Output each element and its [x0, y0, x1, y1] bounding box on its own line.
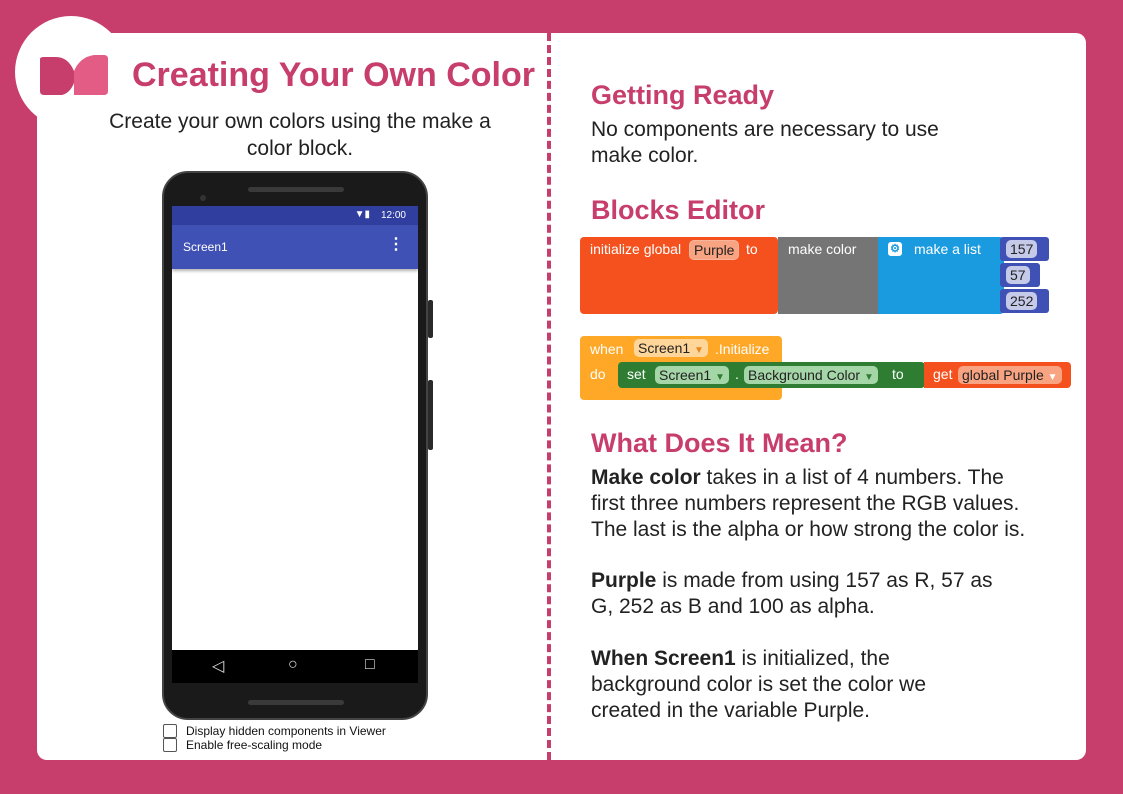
meaning-paragraph-2: Purple is made from using 157 as R, 57 a…: [591, 568, 1011, 620]
page-title: Creating Your Own Color: [132, 56, 535, 94]
nav-bar: ◁ ○ □: [172, 650, 418, 683]
dropdown-arrow-icon: ▼: [715, 372, 725, 383]
dropdown-arrow-icon: ▼: [694, 345, 704, 356]
screen-title: Screen1: [183, 240, 228, 254]
make-color-text: make color: [788, 241, 857, 257]
number-block-252[interactable]: 252: [1000, 289, 1049, 313]
subtitle: Create your own colors using the make a …: [109, 110, 491, 160]
home-icon[interactable]: ○: [288, 656, 298, 674]
purple-term: Purple: [591, 569, 657, 592]
phone-bottom-bar: [248, 700, 344, 705]
property-dropdown[interactable]: Background Color ▼: [744, 366, 878, 384]
recent-apps-icon[interactable]: □: [365, 656, 375, 674]
status-bar: ▼▮ 12:00: [172, 206, 418, 225]
meaning-paragraph-3: When Screen1 is initialized, the backgro…: [591, 646, 941, 724]
meaning-paragraph-1: Make color takes in a list of 4 numbers.…: [591, 465, 1041, 543]
component-dropdown[interactable]: Screen1 ▼: [634, 339, 708, 357]
getting-ready-text: No components are necessary to use make …: [591, 118, 939, 167]
dropdown-arrow-icon: ▼: [1047, 372, 1058, 383]
set-component-dropdown[interactable]: Screen1 ▼: [655, 366, 729, 384]
app-bar: Screen1 ⋮: [172, 225, 418, 269]
checkbox-label: Enable free-scaling mode: [186, 738, 323, 752]
set-component-name: Screen1: [659, 367, 712, 383]
blocks-editor-heading: Blocks Editor: [591, 195, 766, 225]
make-color-block[interactable]: make color: [778, 237, 878, 314]
number-block-157[interactable]: 157: [1000, 237, 1049, 261]
phone-mockup: ▼▮ 12:00 Screen1 ⋮ ◁ ○ □: [162, 171, 428, 720]
viewer-options: Display hidden components in Viewer Enab…: [163, 724, 386, 752]
make-list-text: make a list: [914, 241, 981, 257]
phone-power-button: [428, 300, 433, 338]
get-variable-dropdown[interactable]: global Purple ▼: [958, 366, 1062, 384]
phone-speaker: [248, 187, 344, 192]
component-name: Screen1: [638, 340, 691, 356]
get-text: get: [933, 366, 953, 382]
dropdown-arrow-icon: ▼: [863, 372, 874, 383]
dot-text: .: [735, 366, 739, 382]
initialize-global-block[interactable]: initialize global Purple to: [580, 237, 778, 314]
set-property-block[interactable]: set Screen1 ▼ . Background Color ▼ to: [618, 362, 925, 388]
wifi-battery-icon: ▼▮: [354, 209, 370, 220]
gear-icon[interactable]: ⚙: [888, 242, 902, 256]
number-value[interactable]: 252: [1006, 292, 1038, 310]
checkbox-box[interactable]: [163, 724, 177, 738]
make-a-list-block[interactable]: ⚙ make a list: [878, 237, 1004, 314]
getting-ready-heading: Getting Ready: [591, 80, 775, 110]
more-vert-icon[interactable]: ⋮: [388, 237, 404, 253]
meaning-heading: What Does It Mean?: [591, 428, 848, 458]
hidden-components-checkbox[interactable]: Display hidden components in Viewer: [163, 724, 386, 738]
variable-name-field[interactable]: Purple: [689, 240, 740, 260]
checkbox-box[interactable]: [163, 738, 177, 752]
init-prefix-text: initialize global: [590, 241, 682, 257]
phone-camera: [200, 195, 206, 201]
property-name: Background Color: [748, 367, 861, 383]
make-color-term: Make color: [591, 466, 701, 489]
set-text: set: [627, 366, 646, 382]
when-text: when: [590, 341, 624, 357]
get-variable-name: global Purple: [962, 367, 1044, 383]
get-variable-block[interactable]: get global Purple ▼: [924, 362, 1071, 388]
do-text: do: [590, 366, 606, 382]
status-time: 12:00: [380, 210, 406, 221]
when-screen1-term: When Screen1: [591, 647, 736, 670]
init-to-text: to: [746, 241, 758, 257]
phone-volume-button: [428, 380, 433, 450]
back-icon[interactable]: ◁: [212, 656, 224, 676]
to-text: to: [892, 366, 904, 382]
event-text: .Initialize: [715, 341, 770, 357]
phone-screen: ▼▮ 12:00 Screen1 ⋮: [172, 206, 418, 682]
section-divider: [547, 33, 551, 760]
checkbox-label: Display hidden components in Viewer: [186, 724, 386, 738]
logo-icon: [40, 55, 108, 95]
free-scaling-checkbox[interactable]: Enable free-scaling mode: [163, 738, 386, 752]
number-block-57[interactable]: 57: [1000, 263, 1040, 287]
number-value[interactable]: 57: [1006, 266, 1030, 284]
number-value[interactable]: 157: [1006, 240, 1038, 258]
